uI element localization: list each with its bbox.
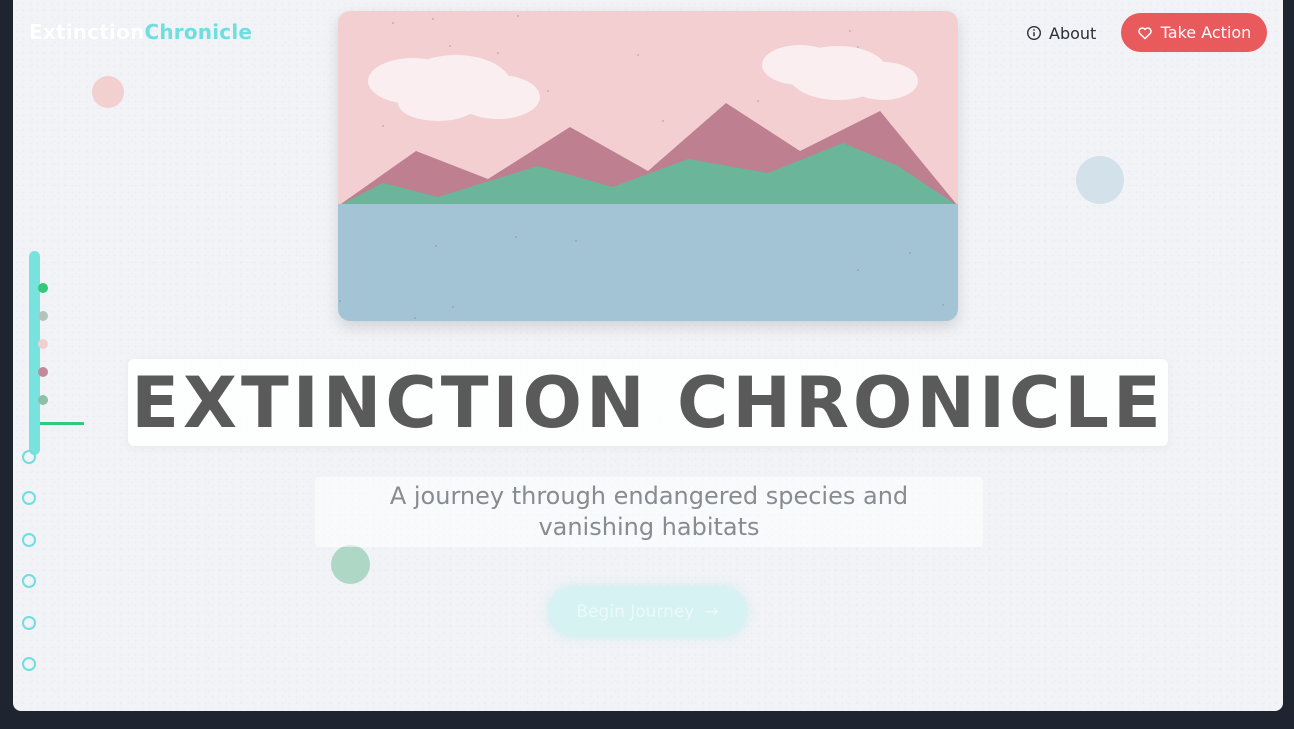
page-frame: ExtinctionChronicle About Take Action EX…: [13, 0, 1283, 711]
decorative-circle-blue: [1076, 156, 1124, 204]
landscape-image: [338, 11, 958, 321]
about-label: About: [1049, 23, 1097, 43]
timeline-progress-bar: [29, 251, 40, 455]
timeline-dot: [38, 339, 48, 349]
logo-word-chronicle: Chronicle: [144, 20, 253, 44]
timeline-dot: [38, 311, 48, 321]
logo-word-extinction: Extinction: [29, 20, 145, 44]
heart-icon: [1137, 26, 1152, 39]
site-logo[interactable]: ExtinctionChronicle: [29, 20, 252, 44]
section-nav-dot[interactable]: [22, 532, 36, 547]
take-action-label: Take Action: [1160, 23, 1252, 42]
section-nav-dot[interactable]: [22, 657, 36, 671]
decorative-circle-green: [331, 545, 370, 584]
title-card: EXTINCTION CHRONICLE: [128, 359, 1168, 446]
begin-journey-button[interactable]: Begin Journey →: [548, 586, 747, 637]
subtitle-card: A journey through endangered species and…: [315, 477, 983, 547]
page-subtitle: A journey through endangered species and…: [389, 482, 909, 541]
timeline-active-marker: [40, 422, 84, 425]
section-nav-dot[interactable]: [22, 574, 36, 589]
begin-journey-label: Begin Journey: [576, 601, 695, 622]
arrow-right-icon: →: [704, 601, 719, 622]
timeline-dot: [38, 283, 48, 293]
section-nav-dot[interactable]: [22, 615, 36, 630]
section-nav-dot[interactable]: [22, 491, 36, 506]
section-nav-dot[interactable]: [22, 450, 36, 464]
timeline-dot: [38, 367, 48, 377]
decorative-circle-pink: [92, 76, 124, 108]
take-action-button[interactable]: Take Action: [1121, 13, 1267, 52]
page-title: EXTINCTION CHRONICLE: [131, 361, 1165, 444]
hero-illustration: [338, 11, 958, 321]
about-link[interactable]: About: [1026, 21, 1096, 45]
timeline-dot: [38, 395, 48, 405]
info-icon: [1026, 25, 1042, 41]
